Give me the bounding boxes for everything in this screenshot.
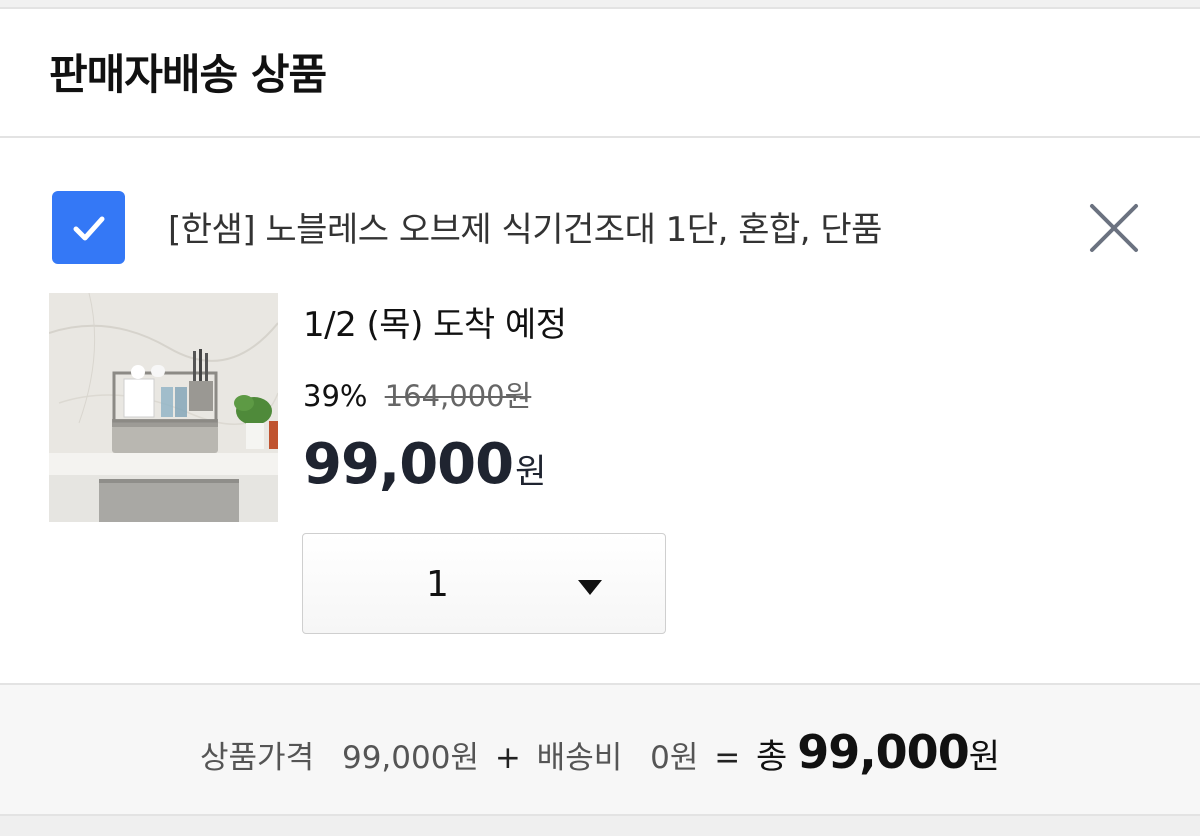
- equals-sign: =: [714, 740, 741, 776]
- quantity-value: 1: [426, 564, 449, 605]
- discount-row: 39% 164,000원: [303, 373, 531, 415]
- section-title: 판매자배송 상품: [49, 50, 327, 99]
- shipping-fee: 0원: [650, 740, 699, 776]
- shipping-label: 배송비: [536, 740, 623, 776]
- total-label: 총: [756, 737, 788, 777]
- sale-price: 99,000원: [303, 432, 546, 497]
- product-name[interactable]: [한샘] 노블레스 오브제 식기건조대 1단, 혼합, 단품: [168, 202, 882, 251]
- order-summary: 상품가격 99,000원 + 배송비 0원 = 총 99,000원: [0, 685, 1200, 816]
- product-price-label: 상품가격: [200, 740, 315, 776]
- remove-item-button[interactable]: [1082, 196, 1146, 260]
- dish-rack-image: [49, 293, 278, 522]
- discount-rate: 39%: [303, 379, 368, 413]
- checkmark-icon: [73, 216, 104, 240]
- close-icon: [1090, 204, 1138, 252]
- plus-sign: +: [494, 740, 521, 776]
- summary-line: 상품가격 99,000원 + 배송비 0원 = 총 99,000원: [0, 725, 1200, 779]
- product-thumbnail[interactable]: [49, 293, 278, 522]
- total-amount: 99,000: [797, 725, 970, 779]
- product-price-value: 99,000원: [341, 740, 479, 776]
- header-divider: [0, 136, 1200, 138]
- sale-price-unit: 원: [515, 452, 547, 492]
- total-unit: 원: [968, 737, 1000, 777]
- arrival-date: 1/2 (목) 도착 예정: [303, 305, 567, 345]
- quantity-select[interactable]: 1: [302, 533, 666, 634]
- sale-price-amount: 99,000: [303, 432, 514, 497]
- item-checkbox[interactable]: [52, 191, 125, 264]
- bottom-gray-strip: [0, 814, 1200, 836]
- chevron-down-icon: [578, 580, 602, 595]
- section-header: 판매자배송 상품: [0, 9, 1200, 137]
- original-price: 164,000원: [384, 379, 532, 413]
